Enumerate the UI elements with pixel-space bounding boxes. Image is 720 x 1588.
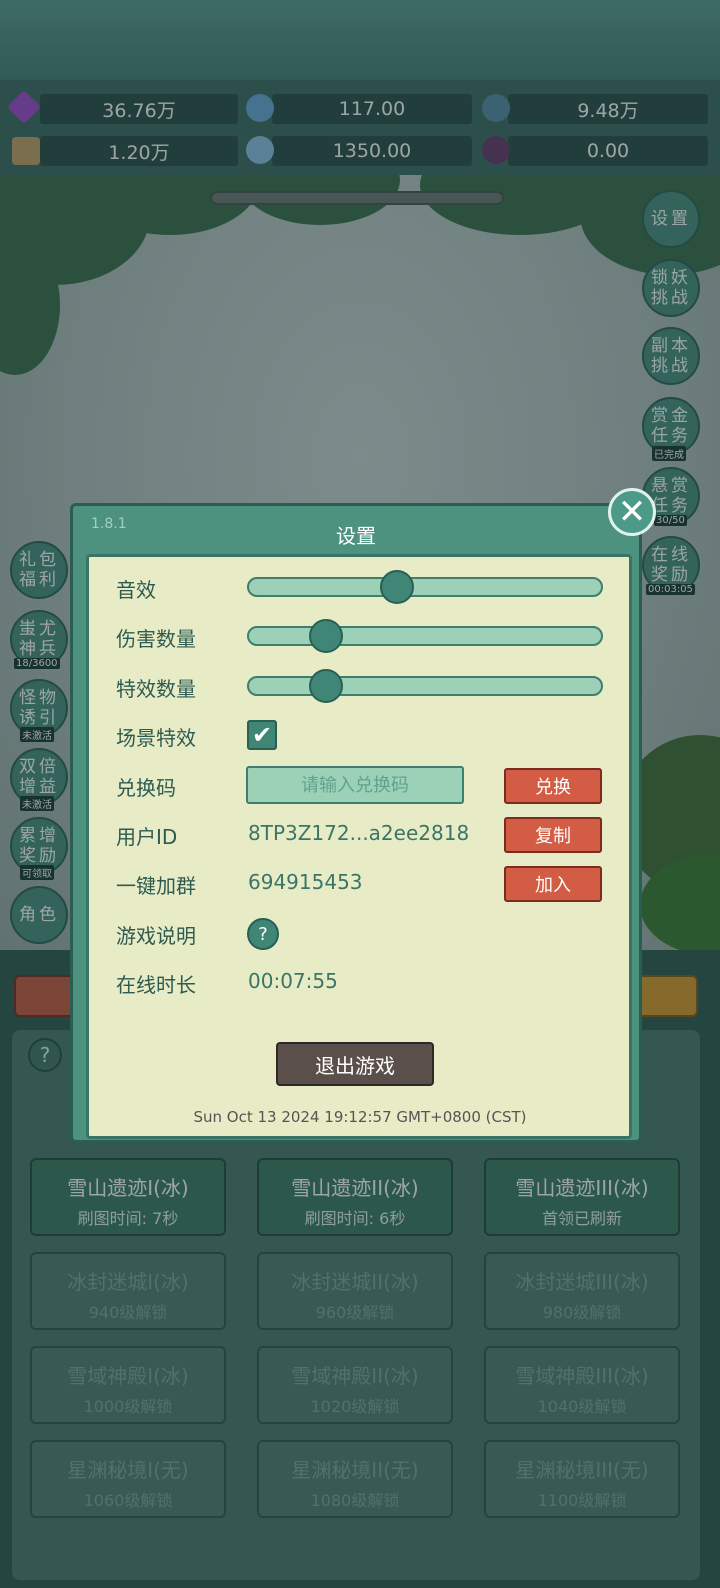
game-help-label: 游戏说明 <box>116 924 196 948</box>
scene-effects-label: 场景特效 <box>116 726 196 750</box>
redeem-button[interactable]: 兑换 <box>504 768 602 804</box>
join-button[interactable]: 加入 <box>504 866 602 902</box>
scene-effects-checkbox[interactable]: ✔ <box>247 720 277 750</box>
online-time-value: 00:07:55 <box>248 969 338 993</box>
dialog-title: 设置 <box>336 524 376 548</box>
effects-count-slider-knob[interactable] <box>309 669 343 703</box>
timestamp: Sun Oct 13 2024 19:12:57 GMT+0800 (CST) <box>193 1108 527 1126</box>
close-icon[interactable]: ✕ <box>608 488 656 536</box>
redeem-code-input[interactable] <box>246 766 464 804</box>
group-number: 694915453 <box>248 870 363 894</box>
sound-label: 音效 <box>116 578 156 602</box>
online-time-label: 在线时长 <box>116 973 196 997</box>
redeem-code-label: 兑换码 <box>116 776 176 800</box>
damage-count-slider-knob[interactable] <box>309 619 343 653</box>
user-id-value: 8TP3Z172...a2ee2818 <box>248 821 470 845</box>
user-id-label: 用户ID <box>116 825 178 849</box>
damage-count-slider[interactable] <box>247 619 603 653</box>
sound-slider[interactable] <box>247 570 603 604</box>
damage-count-label: 伤害数量 <box>116 627 196 651</box>
help-icon[interactable]: ? <box>247 918 279 950</box>
effects-count-slider[interactable] <box>247 669 603 703</box>
sound-slider-knob[interactable] <box>380 570 414 604</box>
copy-button[interactable]: 复制 <box>504 817 602 853</box>
effects-count-label: 特效数量 <box>116 677 196 701</box>
exit-game-button[interactable]: 退出游戏 <box>276 1042 434 1086</box>
join-group-label: 一键加群 <box>116 874 196 898</box>
